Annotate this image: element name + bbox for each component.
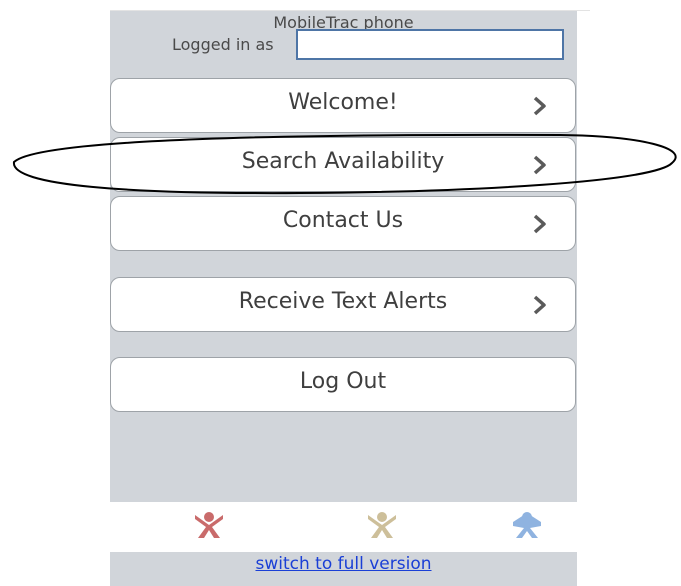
log-out-button-label: Log Out [299,369,387,394]
receive-text-alerts-button-label: Receive Text Alerts [238,289,448,314]
welcome-button[interactable]: Welcome! [110,78,576,133]
search-availability-button-label: Search Availability [241,149,445,174]
chevron-right-icon [533,214,546,234]
logged-in-user-field[interactable] [296,29,564,60]
chevron-right-icon [533,96,546,116]
receive-text-alerts-button[interactable]: Receive Text Alerts [110,277,576,332]
blue-figure-icon[interactable] [510,510,544,540]
red-figure-icon[interactable] [192,510,226,540]
chevron-right-icon [533,295,546,315]
footer-icon-bar [110,502,577,552]
contact-us-button[interactable]: Contact Us [110,196,576,251]
switch-to-full-version-link[interactable]: switch to full version [110,553,577,575]
app-title: MobileTrac phone [273,14,414,30]
top-edge [110,0,590,11]
welcome-button-label: Welcome! [288,90,398,115]
chevron-right-icon [533,155,546,175]
search-availability-button[interactable]: Search Availability [110,137,576,192]
contact-us-button-label: Contact Us [282,208,404,233]
log-out-button[interactable]: Log Out [110,357,576,412]
tan-figure-icon[interactable] [365,510,399,540]
logged-in-label: Logged in as [172,35,274,54]
